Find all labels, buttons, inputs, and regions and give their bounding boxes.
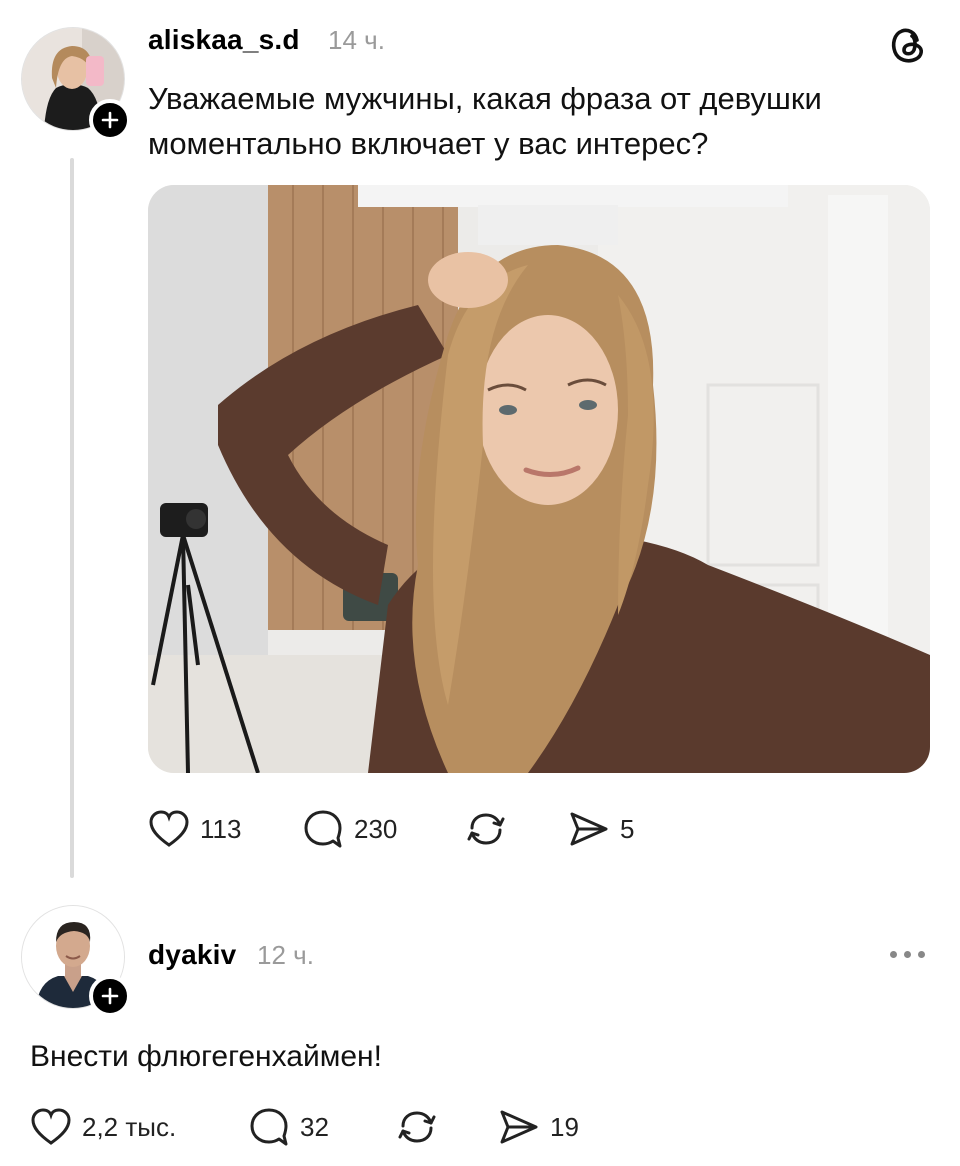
heart-icon [31, 1108, 71, 1145]
reply-follow-plus-button[interactable] [89, 975, 131, 1017]
post-timestamp: 14 ч. [328, 25, 385, 55]
follow-plus-button[interactable] [89, 99, 131, 141]
post-comment-button[interactable]: 230 [302, 808, 397, 850]
plus-icon [101, 987, 119, 1005]
post-like-count: 113 [200, 813, 242, 844]
reply-like-button[interactable]: 2,2 тыс. [30, 1107, 176, 1147]
comment-bubble-icon [250, 1108, 288, 1146]
post-share-button[interactable]: 5 [568, 809, 634, 849]
post-share-count: 5 [620, 813, 635, 844]
reply-username[interactable]: dyakiv [148, 939, 236, 971]
reply-comment-button[interactable]: 32 [248, 1106, 329, 1148]
send-icon [500, 1110, 538, 1144]
post-comment-count: 230 [354, 813, 398, 844]
reply-share-button[interactable]: 19 [498, 1107, 579, 1147]
reply-text: Внести флюгегенхаймен! [30, 1040, 382, 1073]
threads-logo-icon[interactable] [886, 22, 930, 71]
reply-comment-count: 32 [300, 1111, 329, 1142]
thread-connector-line [70, 158, 74, 878]
post-photo[interactable] [148, 185, 930, 773]
reply-like-count: 2,2 тыс. [82, 1111, 177, 1142]
repost-icon [467, 813, 505, 845]
repost-icon [398, 1111, 436, 1143]
more-dots-icon[interactable] [890, 951, 925, 958]
reply-share-count: 19 [550, 1111, 579, 1142]
comment-bubble-icon [304, 810, 342, 848]
plus-icon [101, 111, 119, 129]
heart-icon [149, 810, 189, 847]
post-text-line-2: моментально включает у вас интерес? [148, 126, 709, 161]
send-icon [570, 812, 608, 846]
reply-timestamp: 12 ч. [257, 940, 314, 970]
post-text-line-1: Уважаемые мужчины, какая фраза от девушк… [148, 81, 822, 116]
post-username[interactable]: aliskaa_s.d [148, 24, 300, 56]
post-like-button[interactable]: 113 [148, 809, 241, 849]
post-repost-button[interactable] [464, 808, 508, 850]
reply-repost-button[interactable] [395, 1106, 439, 1148]
